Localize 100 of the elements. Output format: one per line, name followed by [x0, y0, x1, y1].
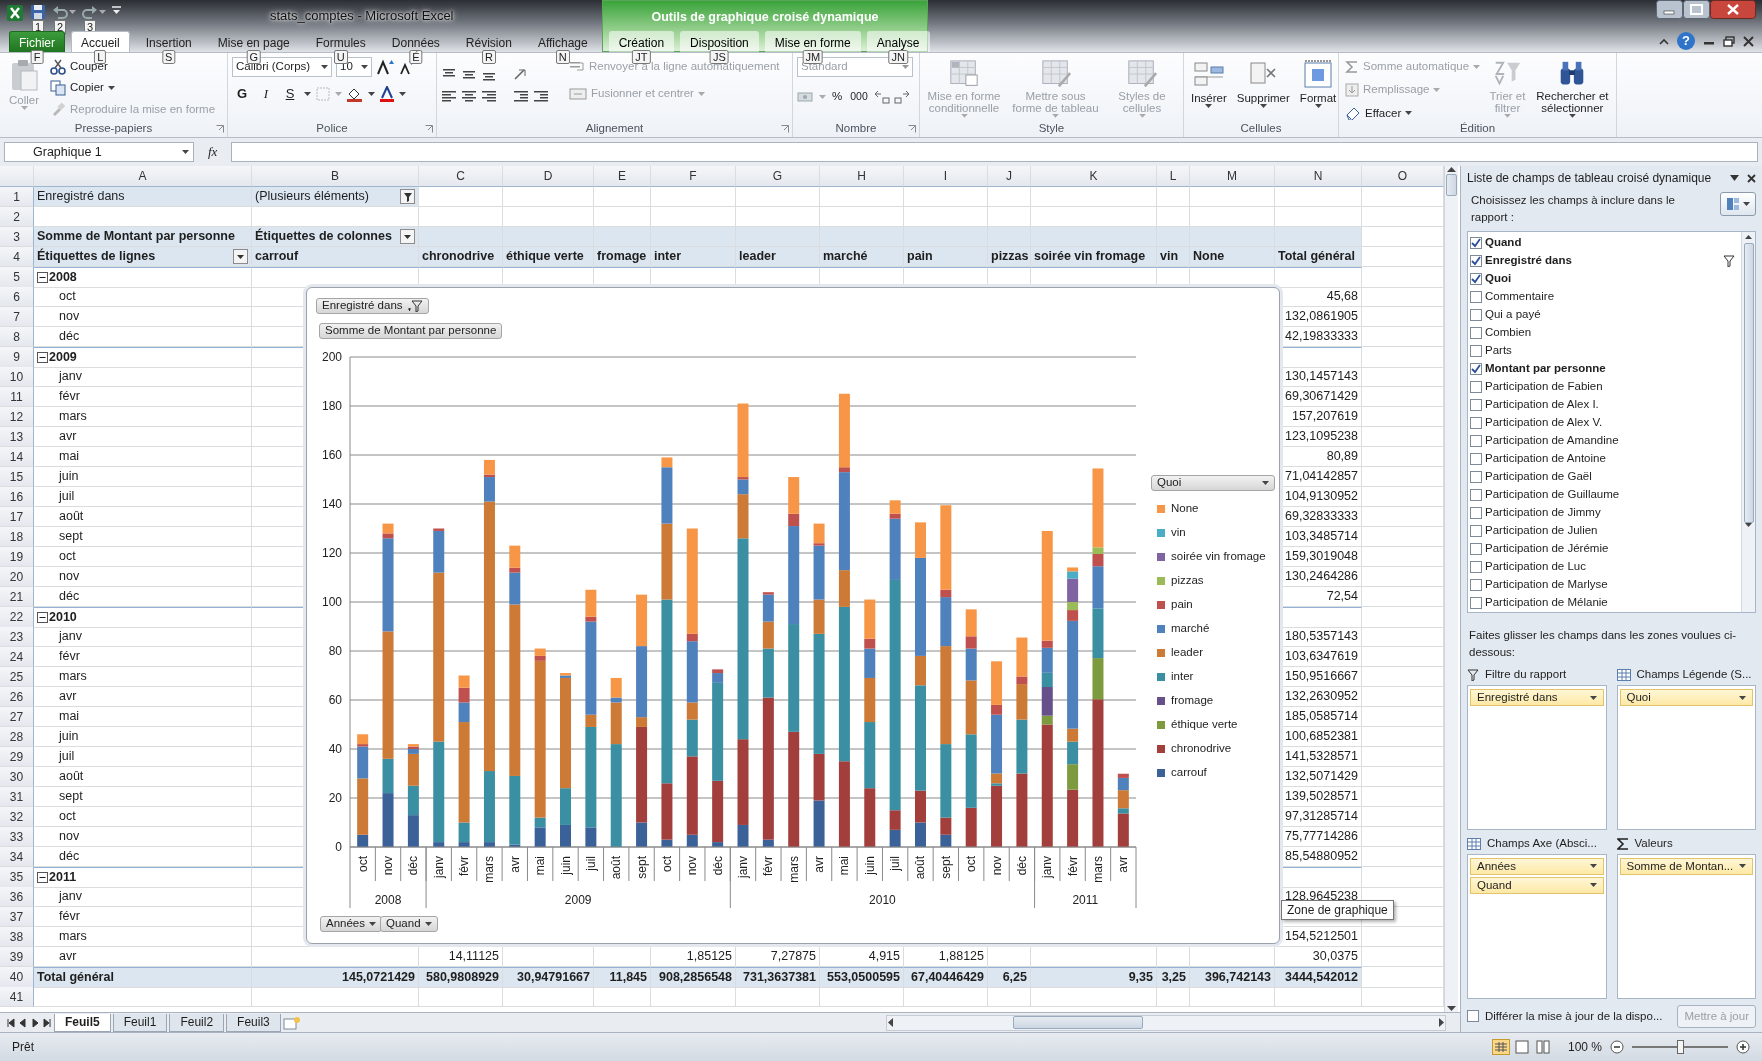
- keytip: S: [162, 50, 176, 64]
- zone-title: Filtre du rapport: [1485, 667, 1567, 683]
- field-label: Parts: [1485, 342, 1512, 358]
- axis-label: mars: [482, 856, 497, 883]
- row-label: nov: [34, 827, 252, 847]
- cell-text: (Plusieurs éléments): [255, 188, 369, 206]
- table-cell: 3,25: [1157, 967, 1190, 988]
- row-label: mars: [34, 407, 252, 427]
- axis-label: 2009: [564, 893, 592, 907]
- row-label: déc: [34, 847, 252, 867]
- axis-label: janv: [736, 856, 750, 878]
- legend-label: None: [1171, 501, 1199, 517]
- row-label: févr: [34, 647, 252, 667]
- field-label: Montant par personne: [1485, 360, 1606, 376]
- table-cell: 9,35: [1031, 967, 1157, 988]
- keytip: JS: [710, 50, 729, 64]
- axis-label: 0: [335, 840, 342, 854]
- cell-text: Étiquettes de colonnes: [255, 227, 392, 246]
- instruction-text: Choisissez les champs à inclure dans le rapport :: [1471, 193, 1676, 226]
- legend-label: fromage: [1171, 693, 1214, 709]
- table-cell: 731,3637381: [736, 967, 820, 988]
- field-label: Commentaire: [1485, 288, 1555, 304]
- row-label: août: [34, 507, 252, 527]
- axis-label: sept: [634, 856, 649, 879]
- group-label: Cellules: [1240, 122, 1282, 134]
- tooltip: Zone de graphique: [1281, 900, 1394, 920]
- axis-label: juil: [888, 856, 903, 871]
- row-label: mars: [34, 927, 252, 947]
- row-label: août: [34, 767, 252, 787]
- legend-label: pain: [1171, 597, 1193, 613]
- field-label: Participation de Jérémie: [1485, 540, 1609, 556]
- cell-text: Étiquettes de lignes: [37, 247, 156, 266]
- axis-label: mars: [1090, 856, 1105, 883]
- row-label: juin: [34, 727, 252, 747]
- legend-label: soirée vin fromage: [1171, 549, 1266, 565]
- table-cell: carrouf: [252, 247, 419, 267]
- axis-label: 40: [328, 742, 342, 756]
- table-cell: 3444,542012: [1275, 967, 1362, 988]
- keytip: JN: [888, 50, 908, 64]
- row-label: déc: [34, 327, 252, 347]
- row-label: Enregistré dans: [34, 187, 252, 207]
- field-label: Participation de Gaël: [1485, 468, 1592, 484]
- row-label: sept: [34, 527, 252, 547]
- drag-hint: Faites glisser les champs dans les zones voulues ci-dessous:: [1468, 627, 1738, 660]
- row-label: janv: [34, 627, 252, 647]
- row-label: févr: [34, 907, 252, 927]
- field-label: Participation de Alex V.: [1485, 414, 1603, 430]
- axis-label: 60: [328, 693, 342, 707]
- table-cell: pizzas: [988, 247, 1031, 267]
- field-label: Participation de Antoine: [1485, 450, 1606, 466]
- status-text: Prêt: [12, 1039, 34, 1056]
- field-label: Quoi: [1485, 270, 1512, 286]
- row-label: févr: [34, 387, 252, 407]
- axis-label: mars: [786, 856, 801, 883]
- table-cell: 553,0500595: [820, 967, 904, 988]
- field-label: Participation de Fabien: [1485, 378, 1603, 394]
- zone-title: Valeurs: [1634, 836, 1673, 852]
- field-label: Quand: [1485, 234, 1522, 250]
- axis-label: 180: [321, 399, 342, 413]
- table-cell: None: [1190, 247, 1275, 267]
- row-label: avr: [34, 687, 252, 707]
- axis-label: nov: [989, 856, 1004, 876]
- table-cell: 67,40446429: [904, 967, 988, 988]
- field-label: Participation de Alex I.: [1485, 396, 1599, 412]
- table-cell: 908,2856548: [651, 967, 736, 988]
- axis-label: 2010: [869, 893, 896, 907]
- axis-label: nov: [381, 856, 396, 876]
- row-label: juin: [34, 467, 252, 487]
- cell-text: 2009: [48, 349, 77, 366]
- axis-label: oct: [659, 856, 674, 872]
- axis-label: janv: [431, 856, 446, 878]
- axis-label: mai: [837, 856, 852, 876]
- axis-label: juil: [583, 856, 598, 871]
- legend-label: inter: [1171, 669, 1194, 685]
- legend-label: vin: [1171, 525, 1186, 541]
- row-label: juil: [34, 747, 252, 767]
- table-cell: 580,9808929: [419, 967, 503, 988]
- keytip: L: [94, 50, 107, 64]
- field-label: Participation de Amandine: [1485, 432, 1619, 448]
- axis-label: 100: [321, 595, 342, 609]
- axis-label: déc: [1014, 856, 1029, 876]
- legend-label: leader: [1171, 645, 1203, 661]
- zone-title: Champs Axe (Absci...: [1487, 836, 1597, 852]
- axis-label: nov: [685, 856, 700, 876]
- axis-label: 2011: [1072, 893, 1099, 907]
- table-cell: leader: [736, 247, 820, 267]
- table-cell: soirée vin fromage: [1031, 247, 1157, 267]
- field-label: Participation de Julien: [1485, 522, 1598, 538]
- pane-title: Liste de champs de tableau croisé dynamique: [1467, 170, 1712, 187]
- axis-label: avr: [1116, 856, 1131, 873]
- row-label: sept: [34, 787, 252, 807]
- axis-label: 160: [321, 448, 342, 462]
- table-cell: 30,94791667: [503, 967, 594, 988]
- field-label: Qui a payé: [1485, 306, 1541, 322]
- group-label: Édition: [1459, 122, 1496, 134]
- field-label: Participation de Mélanie: [1485, 594, 1608, 610]
- legend-label: éthique verte: [1171, 717, 1238, 733]
- field-label: Participation de Luc: [1485, 558, 1586, 574]
- legend-label: pizzas: [1171, 573, 1204, 589]
- group-label: Nombre: [835, 122, 877, 134]
